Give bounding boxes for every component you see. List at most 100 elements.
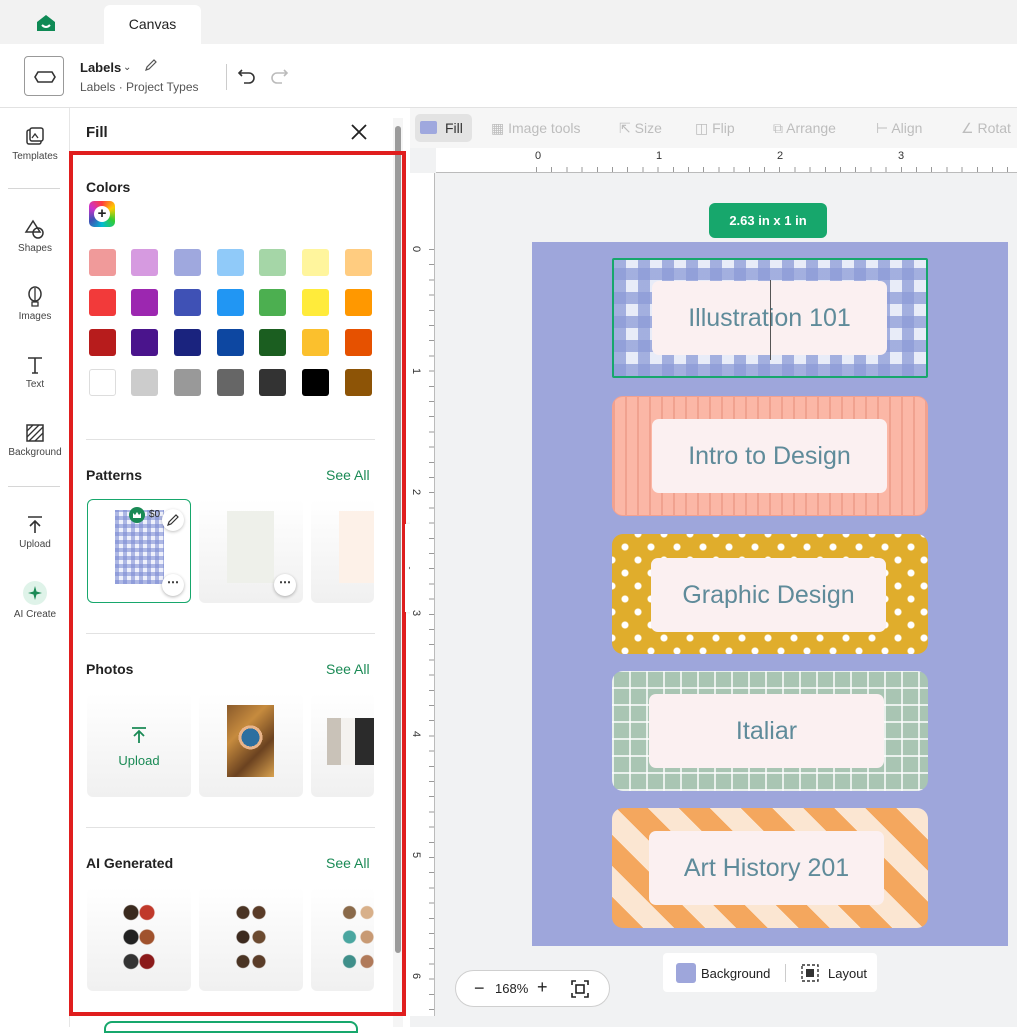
more-options-icon[interactable]: ⋯: [162, 574, 184, 596]
redo-icon[interactable]: [268, 64, 290, 86]
more-options-icon[interactable]: ⋯: [274, 574, 296, 596]
label-text[interactable]: Graphic Design: [651, 558, 886, 632]
ruler-horizontal: [436, 148, 1017, 173]
panel-bottom-button[interactable]: [104, 1021, 358, 1033]
color-swatch[interactable]: [259, 329, 286, 356]
label-card-graphic-design[interactable]: Graphic Design: [612, 534, 928, 654]
layout-icon[interactable]: [800, 963, 820, 983]
label-text[interactable]: Intro to Design: [652, 419, 887, 493]
image-tools-button[interactable]: ▦ Image tools: [491, 120, 581, 137]
chevron-down-icon[interactable]: ⌄: [123, 62, 131, 73]
project-title[interactable]: Labels: [80, 60, 121, 75]
colors-title: Colors: [86, 179, 131, 195]
rail-ai-create[interactable]: AI Create: [0, 580, 70, 620]
color-swatch[interactable]: [302, 369, 329, 396]
color-swatch[interactable]: [174, 289, 201, 316]
tab-canvas[interactable]: Canvas: [104, 5, 201, 44]
project-type-button[interactable]: [24, 56, 64, 96]
photo-card-child-leaves[interactable]: [199, 693, 303, 797]
rail-text[interactable]: Text: [0, 354, 70, 390]
panel-title: Fill: [86, 124, 108, 141]
rail-upload[interactable]: Upload: [0, 514, 70, 550]
color-swatch[interactable]: [345, 329, 372, 356]
patterns-see-all-link[interactable]: See All: [326, 467, 370, 483]
home-icon[interactable]: [34, 12, 58, 34]
background-button[interactable]: Background: [701, 966, 770, 981]
photos-see-all-link[interactable]: See All: [326, 661, 370, 677]
color-swatch[interactable]: [345, 289, 372, 316]
label-text[interactable]: Italiar: [649, 694, 884, 768]
color-swatch[interactable]: [345, 249, 372, 276]
pattern-card-2[interactable]: ⋯: [199, 499, 303, 603]
divider: [785, 964, 786, 982]
ruler-label: 1: [410, 367, 423, 375]
ai-card-1[interactable]: [87, 887, 191, 991]
color-swatch[interactable]: [217, 329, 244, 356]
flip-button[interactable]: ◫ Flip: [695, 120, 735, 137]
rail-label: Templates: [12, 151, 58, 162]
label-card-italian[interactable]: Italiar: [612, 671, 928, 791]
rail-label: Upload: [19, 539, 51, 550]
color-swatch[interactable]: [259, 249, 286, 276]
divider: [8, 486, 60, 487]
color-swatch[interactable]: [345, 369, 372, 396]
divider: [226, 64, 227, 90]
label-text[interactable]: Art History 201: [649, 831, 884, 905]
align-button[interactable]: ⊢ Align: [876, 120, 922, 137]
color-swatch[interactable]: [174, 369, 201, 396]
custom-color-button[interactable]: +: [89, 201, 115, 227]
fit-to-screen-icon[interactable]: [570, 979, 590, 999]
rail-shapes[interactable]: Shapes: [0, 218, 70, 254]
zoom-out-button[interactable]: −: [474, 978, 485, 999]
zoom-in-button[interactable]: +: [537, 977, 548, 998]
arrange-button[interactable]: ⧉ Arrange: [773, 120, 836, 137]
ruler-label: 2: [777, 150, 784, 162]
tool-label: Flip: [712, 120, 735, 136]
rail-images[interactable]: Images: [0, 286, 70, 322]
fill-tool-button[interactable]: Fill: [415, 114, 472, 142]
pattern-card-gingham[interactable]: $0 ⋯: [87, 499, 191, 603]
close-icon[interactable]: [350, 123, 368, 141]
divider: [86, 633, 375, 634]
rotate-button[interactable]: ∠ Rotat: [961, 120, 1011, 137]
ai-card-2[interactable]: [199, 887, 303, 991]
color-swatch[interactable]: [174, 249, 201, 276]
pencil-icon[interactable]: [144, 58, 158, 72]
divider: [86, 439, 375, 440]
color-swatch[interactable]: [89, 369, 116, 396]
color-swatch[interactable]: [217, 289, 244, 316]
label-card-illustration[interactable]: Illustration 101: [612, 258, 928, 378]
color-swatch[interactable]: [217, 369, 244, 396]
color-swatch[interactable]: [259, 369, 286, 396]
pattern-card-3[interactable]: [311, 499, 374, 603]
color-swatch[interactable]: [217, 249, 244, 276]
color-swatch[interactable]: [131, 369, 158, 396]
ai-see-all-link[interactable]: See All: [326, 855, 370, 871]
undo-icon[interactable]: [236, 64, 258, 86]
layout-button[interactable]: Layout: [828, 966, 867, 981]
rail-background[interactable]: Background: [0, 422, 70, 458]
color-swatch[interactable]: [302, 329, 329, 356]
ai-card-3[interactable]: [311, 887, 374, 991]
color-swatch[interactable]: [259, 289, 286, 316]
background-swatch[interactable]: [676, 963, 696, 983]
color-swatch[interactable]: [131, 249, 158, 276]
left-rail: Templates Shapes Images Text Background …: [0, 108, 70, 1027]
color-swatch[interactable]: [174, 329, 201, 356]
edit-pattern-icon[interactable]: [162, 509, 184, 531]
label-card-art-history[interactable]: Art History 201: [612, 808, 928, 928]
label-card-intro-design[interactable]: Intro to Design: [612, 396, 928, 516]
panel-scroll-thumb[interactable]: [395, 126, 401, 953]
photo-card-wedding[interactable]: [311, 693, 374, 797]
rail-templates[interactable]: Templates: [0, 126, 70, 162]
tool-label: Arrange: [786, 120, 836, 136]
color-swatch[interactable]: [131, 289, 158, 316]
color-swatch[interactable]: [89, 329, 116, 356]
color-swatch[interactable]: [89, 249, 116, 276]
color-swatch[interactable]: [131, 329, 158, 356]
color-swatch[interactable]: [89, 289, 116, 316]
size-button[interactable]: ⇱ Size: [619, 120, 662, 137]
upload-photo-card[interactable]: Upload: [87, 693, 191, 797]
color-swatch[interactable]: [302, 249, 329, 276]
color-swatch[interactable]: [302, 289, 329, 316]
